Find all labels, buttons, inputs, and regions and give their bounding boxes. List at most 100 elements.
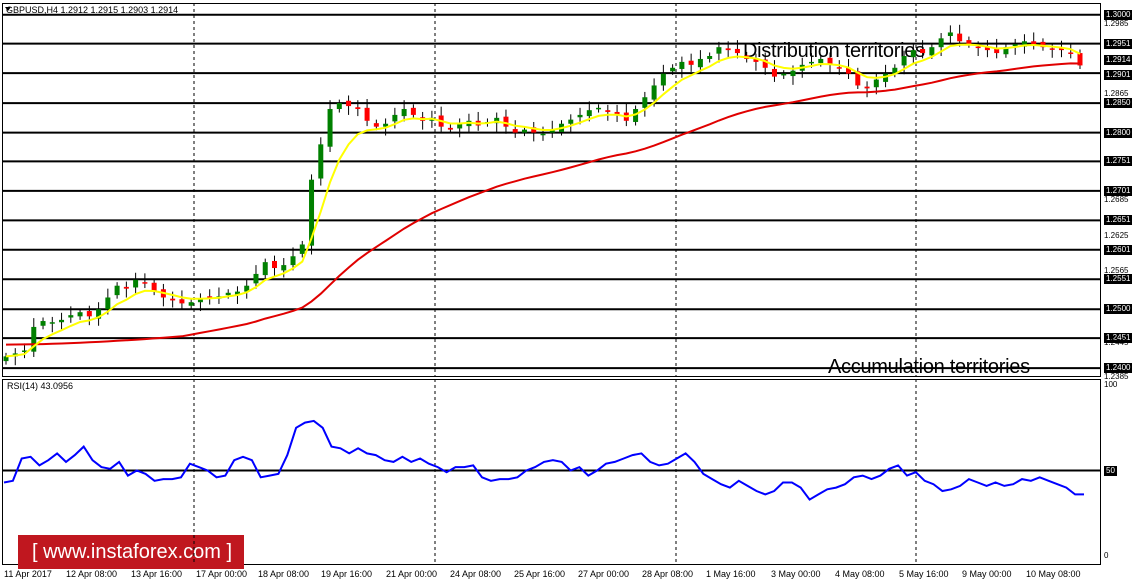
candle-bull <box>716 47 722 54</box>
candle-bull <box>40 321 46 326</box>
candle-bull <box>781 73 787 76</box>
candle-bull <box>68 315 74 318</box>
candle-bear <box>957 33 963 42</box>
price-axis-label: 1.2601 <box>1104 244 1133 255</box>
candle-bull <box>947 32 953 36</box>
candle-bull <box>77 312 83 317</box>
candle-bull <box>401 109 407 117</box>
price-axis-label: 1.2914 <box>1104 54 1133 65</box>
ma-slow-line <box>5 62 1081 346</box>
candle-bull <box>790 70 796 77</box>
candle-bull <box>577 114 583 118</box>
candle-bear <box>272 260 277 269</box>
candle-bull <box>707 56 713 59</box>
price-axis-label: 1.2551 <box>1104 274 1133 285</box>
candle-bull <box>910 50 916 58</box>
candle-bull <box>114 285 120 296</box>
candle-bull <box>901 56 907 66</box>
candle-bear <box>123 286 129 289</box>
candle-bear <box>605 110 611 112</box>
candle-bear <box>864 86 870 89</box>
candle-bear <box>1068 52 1074 54</box>
candle-bear <box>346 100 352 107</box>
candle-bear <box>725 48 731 51</box>
candle-bear <box>771 68 777 77</box>
candle-bull <box>697 58 703 68</box>
rsi-axis-label: 0 <box>1104 551 1109 560</box>
candle-bull <box>660 73 666 86</box>
candle-bull <box>670 67 676 72</box>
candle-bull <box>290 256 296 266</box>
price-axis-label: 1.2685 <box>1104 195 1129 205</box>
time-axis-label: 19 Apr 16:00 <box>321 569 373 579</box>
time-axis-label: 11 Apr 2017 <box>4 569 52 579</box>
price-axis-label: 1.2901 <box>1104 69 1133 80</box>
candle-bear <box>688 60 694 65</box>
price-axis-label: 1.2850 <box>1104 98 1133 109</box>
candle-bull <box>336 103 342 110</box>
candle-bull <box>253 273 259 284</box>
candle-bull <box>586 110 592 117</box>
candle-bear <box>1031 41 1037 45</box>
price-axis-label: 1.2445 <box>1104 337 1129 347</box>
candle-bull <box>596 107 602 110</box>
candle-bear <box>1049 48 1055 50</box>
candle-bull <box>521 129 527 133</box>
candle-bear <box>920 48 926 54</box>
candle-bull <box>929 47 935 56</box>
price-axis-label: 1.2985 <box>1104 18 1129 28</box>
candle-bull <box>105 297 111 310</box>
candle-bull <box>299 244 305 254</box>
candle-bull <box>281 265 287 271</box>
rsi-axis-label: 100 <box>1104 380 1118 389</box>
price-axis-label: 1.2651 <box>1104 215 1133 226</box>
candle-bull <box>59 319 65 323</box>
time-axis-label: 4 May 08:00 <box>835 569 885 579</box>
rsi-axis-label: 50 <box>1104 465 1117 476</box>
time-axis-label: 9 May 00:00 <box>962 569 1012 579</box>
time-axis-label: 12 Apr 08:00 <box>66 569 118 579</box>
candle-bear <box>373 123 379 127</box>
candle-bull <box>262 262 268 276</box>
candle-bear <box>836 67 842 69</box>
candle-bull <box>392 114 398 122</box>
candle-bull <box>540 133 546 136</box>
candle-bull <box>568 119 574 124</box>
chart-canvas <box>2 3 1101 565</box>
price-axis-label: 1.2500 <box>1104 304 1133 315</box>
candle-bear <box>975 46 981 49</box>
candle-bear <box>503 116 509 127</box>
rsi-line <box>3 419 1084 501</box>
time-axis-label: 18 Apr 08:00 <box>258 569 310 579</box>
time-axis-label: 3 May 00:00 <box>771 569 821 579</box>
price-axis-label: 1.2951 <box>1104 38 1133 49</box>
time-axis-label: 27 Apr 00:00 <box>578 569 630 579</box>
candle-bull <box>318 144 324 179</box>
candle-bear <box>364 107 370 121</box>
candle-bear <box>86 311 92 317</box>
time-axis-label: 13 Apr 16:00 <box>131 569 183 579</box>
candle-bear <box>179 299 185 304</box>
candle-bull <box>679 61 685 69</box>
candle-bear <box>447 127 453 130</box>
price-axis-label: 1.2751 <box>1104 156 1133 167</box>
candle-bear <box>170 298 176 301</box>
candle-bull <box>188 302 194 306</box>
time-axis-label: 25 Apr 16:00 <box>514 569 566 579</box>
candle-bull <box>818 58 824 64</box>
time-axis-label: 10 May 08:00 <box>1026 569 1081 579</box>
time-axis-label: 21 Apr 00:00 <box>386 569 438 579</box>
time-axis-label: 5 May 16:00 <box>899 569 949 579</box>
price-axis-label: 1.2625 <box>1104 230 1129 240</box>
candle-bull <box>642 97 648 108</box>
candle-bull <box>938 38 944 48</box>
candle-bull <box>327 109 333 147</box>
candle-bear <box>734 48 740 54</box>
candle-bear <box>512 129 518 133</box>
time-axis-label: 1 May 16:00 <box>706 569 756 579</box>
dropdown-triangle-icon[interactable] <box>5 7 11 11</box>
candle-bull <box>49 322 55 324</box>
candle-bull <box>225 292 231 296</box>
candle-bull <box>873 79 879 88</box>
price-axis-label: 1.2800 <box>1104 127 1133 138</box>
